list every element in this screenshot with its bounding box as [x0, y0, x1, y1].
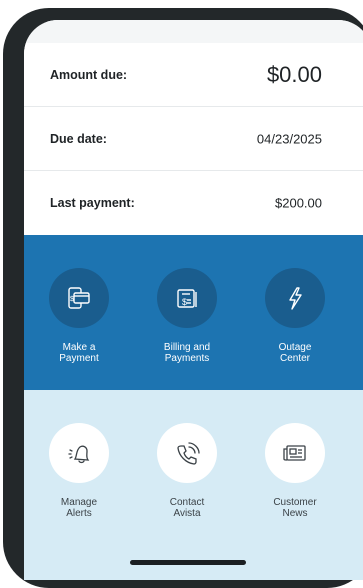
- outage-center-label: Outage Center: [278, 342, 312, 364]
- app-screen: Amount due: $0.00 Due date: 04/23/2025 L…: [24, 20, 363, 580]
- manage-alerts-button[interactable]: Manage Alerts: [29, 423, 129, 519]
- payment-card-icon: $: [49, 268, 109, 328]
- due-date-row: Due date: 04/23/2025: [24, 107, 363, 171]
- amount-due-row: Amount due: $0.00: [24, 43, 363, 107]
- phone-icon: [157, 423, 217, 483]
- amount-due-value: $0.00: [266, 61, 322, 87]
- manage-alerts-label: Manage Alerts: [60, 497, 98, 519]
- home-indicator[interactable]: [130, 560, 246, 565]
- billing-payments-button[interactable]: $ Billing and Payments: [137, 268, 237, 364]
- last-payment-row: Last payment: $200.00: [24, 171, 363, 234]
- svg-text:$: $: [70, 296, 74, 303]
- contact-avista-label: Contact Avista: [169, 497, 205, 519]
- contact-avista-button[interactable]: Contact Avista: [137, 423, 237, 519]
- make-payment-button[interactable]: $ Make a Payment: [29, 268, 129, 364]
- top-strip: [24, 20, 363, 43]
- due-date-label: Due date:: [50, 131, 107, 146]
- outage-center-button[interactable]: Outage Center: [245, 268, 345, 364]
- primary-actions-section: $ Make a Payment $ Billing and Payments: [24, 235, 363, 390]
- make-payment-label: Make a Payment: [59, 342, 99, 364]
- lightning-icon: [265, 268, 325, 328]
- customer-news-label: Customer News: [273, 497, 317, 519]
- bill-icon: $: [157, 268, 217, 328]
- amount-due-label: Amount due:: [50, 67, 128, 82]
- last-payment-value: $200.00: [275, 195, 322, 210]
- last-payment-label: Last payment:: [50, 195, 135, 210]
- customer-news-button[interactable]: Customer News: [245, 423, 345, 519]
- billing-payments-label: Billing and Payments: [163, 342, 211, 364]
- due-date-value: 04/23/2025: [256, 131, 322, 146]
- secondary-actions-section: Manage Alerts Contact Avista Customer Ne…: [24, 390, 363, 580]
- bell-icon: [49, 423, 109, 483]
- newspaper-icon: [265, 423, 325, 483]
- svg-text:$: $: [182, 297, 187, 307]
